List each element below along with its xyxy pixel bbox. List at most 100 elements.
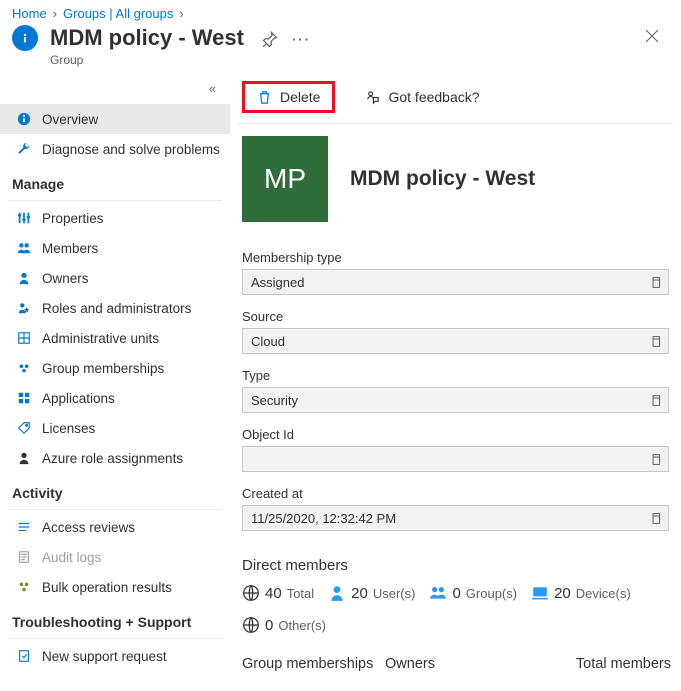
sidebar-item-audit-logs: Audit logs (0, 542, 230, 572)
command-bar: Delete Got feedback? (238, 75, 673, 124)
globe-icon (242, 616, 260, 634)
type-input[interactable] (242, 387, 669, 413)
group-avatar: MP (242, 136, 328, 222)
field-label: Membership type (242, 250, 669, 265)
membership-type-input[interactable] (242, 269, 669, 295)
field-source: Source (242, 309, 669, 354)
sidebar-item-label: Group memberships (42, 361, 164, 376)
pin-icon[interactable] (262, 31, 278, 47)
chevron-right-icon: › (179, 6, 183, 21)
sidebar-item-properties[interactable]: Properties (0, 203, 230, 233)
trash-icon (257, 90, 272, 105)
page-header: MDM policy - West Group ··· (0, 23, 681, 75)
sidebar-item-label: Diagnose and solve problems (42, 142, 220, 157)
access-reviews-icon (16, 519, 32, 535)
sidebar-item-label: Applications (42, 391, 115, 406)
field-label: Type (242, 368, 669, 383)
sidebar-item-group-memberships[interactable]: Group memberships (0, 353, 230, 383)
sidebar-item-roles[interactable]: Roles and administrators (0, 293, 230, 323)
stat-count: 20 (554, 585, 571, 602)
close-button[interactable] (637, 25, 667, 47)
stat-count: 40 (265, 585, 282, 602)
col-owners: Owners (385, 656, 528, 672)
feedback-label: Got feedback? (388, 89, 479, 105)
roles-icon (16, 300, 32, 316)
feedback-button[interactable]: Got feedback? (353, 84, 491, 110)
created-at-input[interactable] (242, 505, 669, 531)
sidebar-item-applications[interactable]: Applications (0, 383, 230, 413)
applications-icon (16, 390, 32, 406)
feedback-icon (365, 90, 380, 105)
delete-label: Delete (280, 89, 320, 105)
direct-members-title: Direct members (242, 557, 669, 574)
admin-units-icon (16, 330, 32, 346)
object-id-input[interactable] (242, 446, 669, 472)
collapse-sidebar-button[interactable]: « (0, 75, 230, 104)
info-icon (12, 25, 38, 51)
sidebar-header-activity: Activity (0, 473, 230, 507)
sidebar-item-owners[interactable]: Owners (0, 263, 230, 293)
copy-button[interactable] (642, 506, 668, 530)
field-label: Created at (242, 486, 669, 501)
sidebar-item-diagnose[interactable]: Diagnose and solve problems (0, 134, 230, 164)
delete-button[interactable]: Delete (242, 81, 335, 113)
sidebar-item-label: New support request (42, 649, 167, 664)
sidebar-item-admin-units[interactable]: Administrative units (0, 323, 230, 353)
stat-label: User(s) (373, 586, 416, 601)
sidebar-item-access-reviews[interactable]: Access reviews (0, 512, 230, 542)
stat-devices[interactable]: 20 Device(s) (531, 584, 631, 602)
stat-others[interactable]: 0 Other(s) (242, 616, 326, 634)
direct-members-stats: 40 Total 20 User(s) 0 Group(s) 20 Device… (242, 584, 669, 634)
copy-button[interactable] (642, 388, 668, 412)
sidebar-item-label: Properties (42, 211, 104, 226)
stat-count: 0 (452, 585, 460, 602)
field-label: Object Id (242, 427, 669, 442)
source-input[interactable] (242, 328, 669, 354)
chevron-right-icon: › (53, 6, 57, 21)
crumb-groups[interactable]: Groups | All groups (63, 6, 173, 21)
field-created-at: Created at (242, 486, 669, 531)
stat-users[interactable]: 20 User(s) (328, 584, 415, 602)
sidebar-item-members[interactable]: Members (0, 233, 230, 263)
sidebar-header-troubleshoot: Troubleshooting + Support (0, 602, 230, 636)
bulk-results-icon (16, 579, 32, 595)
owners-icon (16, 270, 32, 286)
bottom-columns: Group memberships Owners Total members (242, 656, 671, 672)
properties-icon (16, 210, 32, 226)
sidebar-item-label: Members (42, 241, 98, 256)
page-subtitle: Group (50, 53, 244, 67)
sidebar-item-licenses[interactable]: Licenses (0, 413, 230, 443)
person-icon (16, 450, 32, 466)
more-icon[interactable]: ··· (292, 32, 311, 47)
copy-button[interactable] (642, 447, 668, 471)
stat-label: Other(s) (278, 618, 326, 633)
stat-total[interactable]: 40 Total (242, 584, 314, 602)
sidebar-item-label: Bulk operation results (42, 580, 172, 595)
device-icon (531, 584, 549, 602)
globe-icon (242, 584, 260, 602)
sidebar-item-bulk-results[interactable]: Bulk operation results (0, 572, 230, 602)
copy-button[interactable] (642, 329, 668, 353)
sidebar-item-label: Overview (42, 112, 98, 127)
stat-groups[interactable]: 0 Group(s) (429, 584, 517, 602)
col-total-members: Total members (528, 656, 671, 672)
field-label: Source (242, 309, 669, 324)
audit-logs-icon (16, 549, 32, 565)
sidebar-item-new-support[interactable]: New support request (0, 641, 230, 671)
sidebar-item-label: Audit logs (42, 550, 101, 565)
sidebar-item-overview[interactable]: Overview (0, 104, 230, 134)
sidebar-item-label: Licenses (42, 421, 95, 436)
copy-button[interactable] (642, 270, 668, 294)
stat-label: Device(s) (576, 586, 631, 601)
sidebar-item-label: Access reviews (42, 520, 135, 535)
sidebar-item-azure-roles[interactable]: Azure role assignments (0, 443, 230, 473)
user-icon (328, 584, 346, 602)
crumb-home[interactable]: Home (12, 6, 47, 21)
group-icon (429, 584, 447, 602)
field-type: Type (242, 368, 669, 413)
support-icon (16, 648, 32, 664)
licenses-icon (16, 420, 32, 436)
sidebar-item-label: Azure role assignments (42, 451, 183, 466)
field-object-id: Object Id (242, 427, 669, 472)
field-membership-type: Membership type (242, 250, 669, 295)
